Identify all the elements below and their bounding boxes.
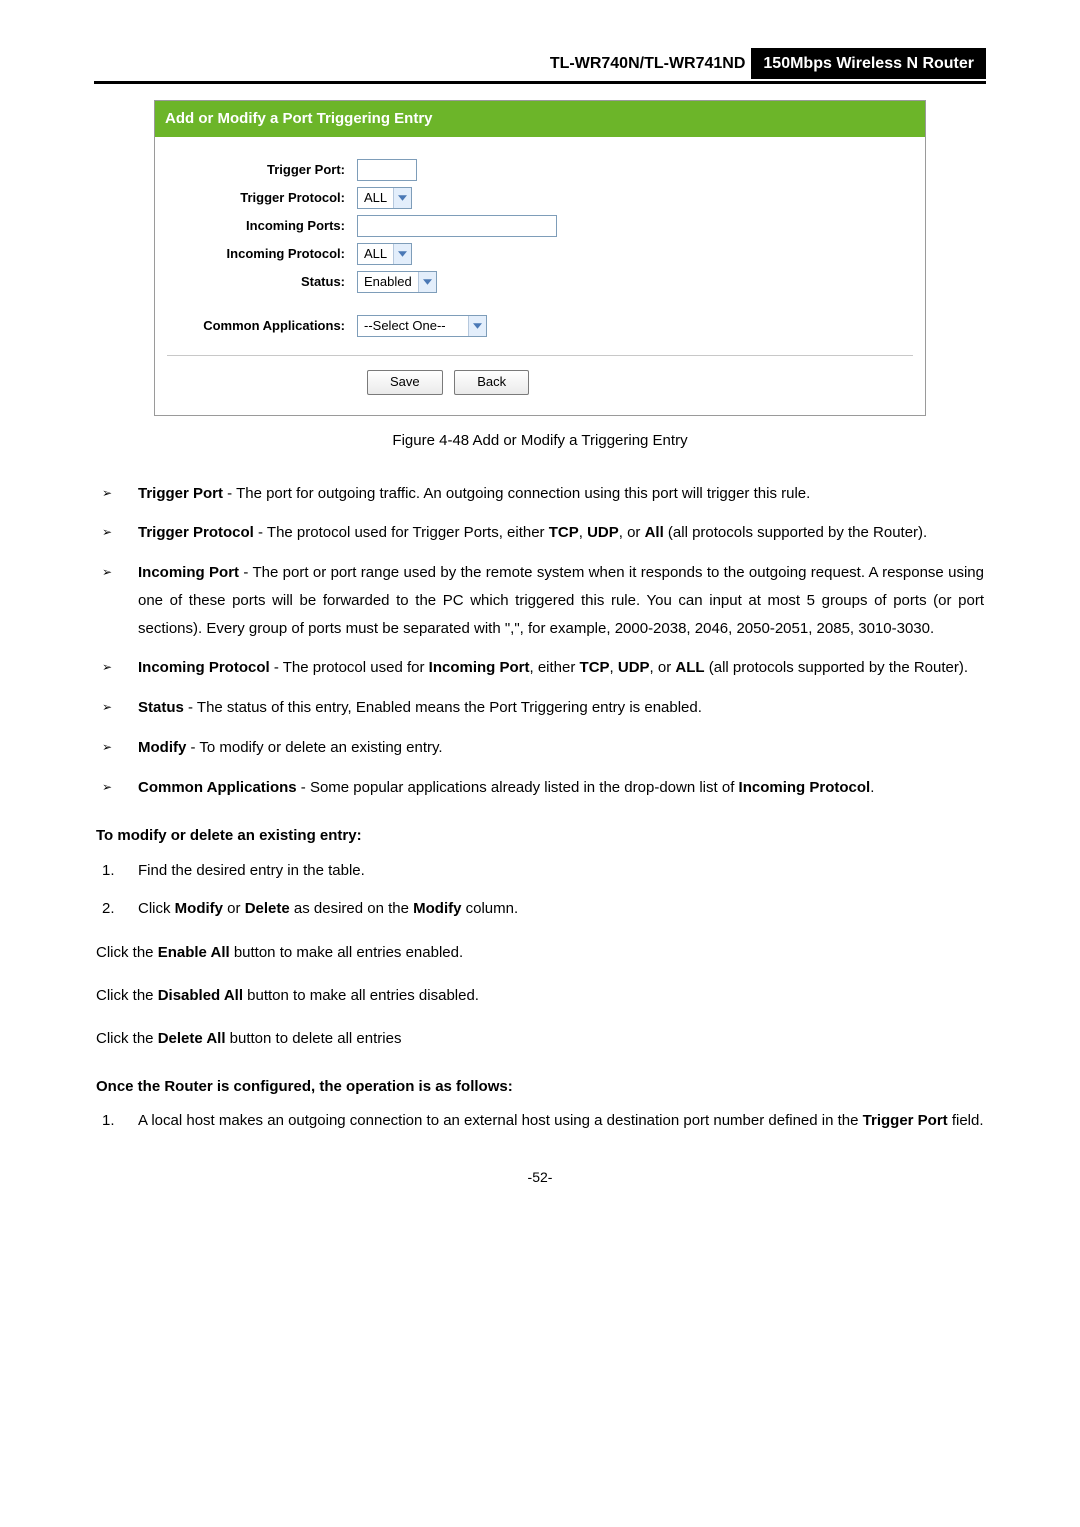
chevron-down-icon [418,272,436,292]
list-item: 1. Find the desired entry in the table. [96,857,984,885]
trigger-protocol-select[interactable]: ALL [357,187,412,209]
label-incoming-ports: Incoming Ports: [167,217,357,236]
incoming-protocol-select[interactable]: ALL [357,243,412,265]
back-button[interactable]: Back [454,370,529,395]
list-item: Incoming Protocol - The protocol used fo… [96,654,984,682]
page-number: -52- [94,1167,986,1187]
label-common-apps: Common Applications: [167,317,357,336]
save-button[interactable]: Save [367,370,443,395]
steps-modify: 1. Find the desired entry in the table. … [96,857,984,923]
list-item: Incoming Port - The port or port range u… [96,559,984,642]
para-enable-all: Click the Enable All button to make all … [96,939,984,966]
figure-caption: Figure 4-48 Add or Modify a Triggering E… [94,430,986,452]
trigger-port-input[interactable] [357,159,417,181]
list-item: Modify - To modify or delete an existing… [96,734,984,762]
label-trigger-port: Trigger Port: [167,161,357,180]
list-item: 1. A local host makes an outgoing connec… [96,1107,984,1135]
common-apps-select[interactable]: --Select One-- [357,315,487,337]
list-item: 2. Click Modify or Delete as desired on … [96,895,984,923]
incoming-ports-input[interactable] [357,215,557,237]
steps-operation: 1. A local host makes an outgoing connec… [96,1107,984,1135]
chevron-down-icon [393,244,411,264]
label-status: Status: [167,273,357,292]
router-config-screenshot: Add or Modify a Port Triggering Entry Tr… [154,100,926,416]
header-model: TL-WR740N/TL-WR741ND [544,48,752,79]
list-item: Trigger Protocol - The protocol used for… [96,519,984,547]
header-product: 150Mbps Wireless N Router [751,48,986,79]
definition-list: Trigger Port - The port for outgoing tra… [96,480,984,802]
label-incoming-protocol: Incoming Protocol: [167,245,357,264]
screenshot-title: Add or Modify a Port Triggering Entry [155,101,925,137]
list-item: Common Applications - Some popular appli… [96,774,984,802]
para-disable-all: Click the Disabled All button to make al… [96,982,984,1009]
list-item: Status - The status of this entry, Enabl… [96,694,984,722]
status-select[interactable]: Enabled [357,271,437,293]
chevron-down-icon [468,316,486,336]
section-heading-modify: To modify or delete an existing entry: [96,825,984,847]
para-delete-all: Click the Delete All button to delete al… [96,1025,984,1052]
list-item: Trigger Port - The port for outgoing tra… [96,480,984,508]
chevron-down-icon [393,188,411,208]
section-heading-operation: Once the Router is configured, the opera… [96,1076,984,1098]
doc-header: TL-WR740N/TL-WR741ND150Mbps Wireless N R… [94,48,986,84]
label-trigger-protocol: Trigger Protocol: [167,189,357,208]
